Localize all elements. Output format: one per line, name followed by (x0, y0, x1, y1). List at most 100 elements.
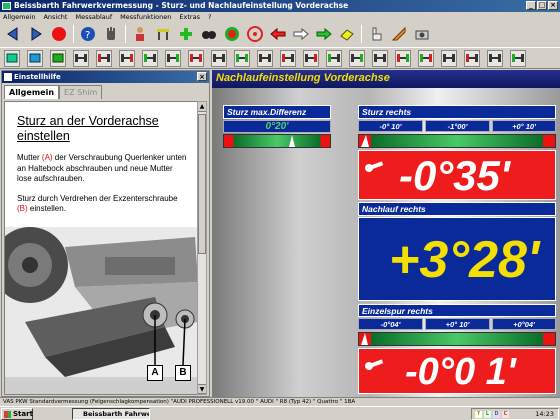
axle-8-icon[interactable] (234, 49, 250, 67)
tray-c-icon[interactable]: C (502, 410, 509, 418)
axle-12-icon[interactable] (326, 49, 342, 67)
toe-right-target: +0° 10' (425, 318, 490, 330)
camber-right-value: -0°35' (399, 152, 510, 199)
marker-a: (A) (41, 153, 53, 162)
arrow-next-icon[interactable] (315, 25, 333, 43)
page-title: Nachlaufeinstellung Vorderachse (216, 72, 390, 84)
axle-2-icon[interactable] (96, 49, 112, 67)
camber-right-target: -1°00' (425, 120, 490, 132)
axle-14-icon[interactable] (372, 49, 388, 67)
help-text: Mutter (17, 153, 42, 162)
target-icon[interactable] (223, 25, 241, 43)
svg-text:?: ? (85, 30, 90, 41)
report-icon[interactable] (338, 25, 356, 43)
forward-icon[interactable] (27, 25, 45, 43)
scroll-thumb[interactable] (198, 114, 206, 254)
help-scrollbar[interactable]: ▲ ▼ (197, 101, 207, 395)
taskbar: Start Beissbarth Fahrwerkv... ? L D C 14… (0, 406, 560, 420)
help-icon[interactable]: ? (79, 25, 97, 43)
start-button[interactable]: Start (1, 408, 33, 420)
vehicle-lift-icon[interactable] (154, 25, 172, 43)
measurement-area: Nachlaufeinstellung Vorderachse Sturz ma… (212, 70, 560, 397)
toe-right-max: +0°04' (492, 318, 556, 330)
wheel-functions-toolbar (0, 47, 560, 69)
system-tray: ? L D C 14:23 (471, 408, 559, 420)
axle-9-icon[interactable] (257, 49, 273, 67)
steering-icon[interactable] (246, 25, 264, 43)
caster-right-value: +3°28' (389, 231, 540, 289)
ruler-icon[interactable] (390, 25, 408, 43)
camera-icon[interactable] (413, 25, 431, 43)
axle-11-icon[interactable] (303, 49, 319, 67)
mechanic-icon[interactable] (131, 25, 149, 43)
minimize-button[interactable]: _ (526, 1, 536, 10)
help-content: Sturz an der Vorderachse einstellen Mutt… (4, 101, 199, 395)
arrow-right-icon[interactable] (292, 25, 310, 43)
help-window-title: Einstellhilfe (14, 73, 61, 81)
help-heading: Sturz an der Vorderachse einstellen (17, 114, 159, 143)
scroll-down-icon[interactable]: ▼ (198, 384, 206, 394)
axle-13-icon[interactable] (349, 49, 365, 67)
axle-17-icon[interactable] (441, 49, 457, 67)
menu-bar: Allgemein Ansicht Messablauf Messfunktio… (0, 12, 560, 22)
help-close-icon[interactable]: × (197, 72, 207, 81)
arrow-left-icon[interactable] (269, 25, 287, 43)
taskbar-app-button[interactable]: Beissbarth Fahrwerkv... (72, 408, 150, 420)
toolbar-separator (125, 25, 126, 43)
axle-6-icon[interactable] (188, 49, 204, 67)
window-title: Beissbarth Fahrwerkvermessung - Sturz- u… (14, 1, 349, 10)
maximize-button[interactable]: □ (537, 1, 547, 10)
wrench-icon (365, 161, 384, 172)
sensor-2-icon[interactable] (27, 49, 43, 67)
pointer-hand-icon[interactable] (367, 25, 385, 43)
axle-1-icon[interactable] (73, 49, 89, 67)
hand-icon[interactable] (102, 25, 120, 43)
toolbar-separator (361, 25, 362, 43)
axle-15-icon[interactable] (395, 49, 411, 67)
axle-18-icon[interactable] (464, 49, 480, 67)
tray-help-icon[interactable]: ? (475, 410, 482, 418)
axle-7-icon[interactable] (211, 49, 227, 67)
tab-ez-shim[interactable]: EZ Shim (59, 85, 103, 99)
toe-right-value-box: -0°0 1' (358, 348, 556, 394)
toe-right-limits: -0°04' +0° 10' +0°04' (358, 318, 556, 330)
suspension-photo: A B (5, 227, 198, 394)
menu-messfunktionen[interactable]: Messfunktionen (120, 12, 171, 22)
axle-4-icon[interactable] (142, 49, 158, 67)
axle-3-icon[interactable] (119, 49, 135, 67)
toe-right-value: -0°0 1' (405, 351, 516, 393)
window-titlebar: Beissbarth Fahrwerkvermessung - Sturz- u… (0, 0, 560, 12)
main-header: Nachlaufeinstellung Vorderachse (212, 70, 560, 88)
close-button[interactable]: × (548, 1, 558, 10)
help-text: einstellen. (27, 204, 66, 213)
tab-allgemein[interactable]: Allgemein (4, 85, 60, 99)
back-icon[interactable] (4, 25, 22, 43)
wheel-sensor-icon[interactable] (177, 25, 195, 43)
help-paragraph-2: Sturz durch Verdrehen der Exzenterschrau… (17, 194, 188, 215)
axle-20-icon[interactable] (510, 49, 526, 67)
axle-10-icon[interactable] (280, 49, 296, 67)
wheels-icon[interactable] (200, 25, 218, 43)
tray-d-icon[interactable]: D (493, 410, 500, 418)
menu-extras[interactable]: Extras (179, 12, 200, 22)
tray-l-icon[interactable]: L (484, 410, 491, 418)
menu-allgemein[interactable]: Allgemein (3, 12, 35, 22)
window-controls: _ □ × (526, 1, 558, 10)
axle-16-icon[interactable] (418, 49, 434, 67)
stop-icon[interactable] (50, 25, 68, 43)
app-icon (2, 2, 11, 10)
camber-right-gauge (358, 134, 556, 148)
menu-help[interactable]: ? (208, 12, 211, 22)
sensor-3-icon[interactable] (50, 49, 66, 67)
axle-5-icon[interactable] (165, 49, 181, 67)
help-window-icon (4, 73, 12, 81)
menu-messablauf[interactable]: Messablauf (75, 12, 112, 22)
menu-ansicht[interactable]: Ansicht (43, 12, 67, 22)
help-tabs: Allgemein EZ Shim (2, 85, 209, 99)
toolbar-separator (73, 25, 74, 43)
camber-diff-label: Sturz max.Differenz (223, 105, 331, 119)
scroll-up-icon[interactable]: ▲ (198, 102, 206, 112)
sensor-1-icon[interactable] (4, 49, 20, 67)
axle-19-icon[interactable] (487, 49, 503, 67)
main-toolbar: ? (0, 22, 560, 46)
